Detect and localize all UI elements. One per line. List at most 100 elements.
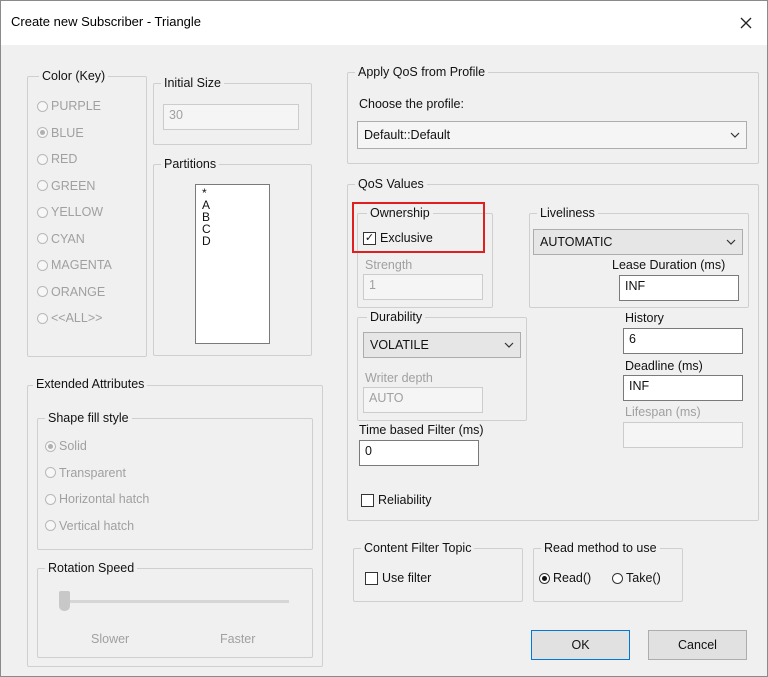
cancel-button[interactable]: Cancel [648,630,747,660]
color-radio-red[interactable]: RED [37,152,77,166]
durability-select[interactable]: VOLATILE [363,332,521,358]
writer-depth-input[interactable]: AUTO [363,387,483,413]
rotation-speed-label: Rotation Speed [45,561,138,575]
checkbox-box [361,493,374,507]
liveliness-select[interactable]: AUTOMATIC [533,229,743,255]
radio-dot [37,312,48,324]
partitions-listbox[interactable]: * A B C D [195,184,270,344]
take-radio[interactable]: Take() [612,571,661,585]
color-radio-magenta[interactable]: MAGENTA [37,258,112,272]
radio-dot [612,572,623,584]
read-label: Read() [553,571,592,585]
fill-option-label: Solid [59,439,87,453]
lease-duration-label: Lease Duration (ms) [612,258,726,272]
checkbox-box [365,571,378,585]
radio-dot [37,206,48,218]
radio-dot [45,440,56,452]
color-radio-yellow[interactable]: YELLOW [37,205,103,219]
create-subscriber-dialog: Create new Subscriber - Triangle Color (… [0,0,768,677]
color-option-label: BLUE [51,125,84,140]
color-radio-green[interactable]: GREEN [37,179,95,193]
profile-select[interactable]: Default::Default [357,121,747,149]
color-option-label: YELLOW [51,205,104,219]
time-filter-label: Time based Filter (ms) [359,423,484,437]
durability-select-value: VOLATILE [370,338,429,352]
color-option-label: MAGENTA [51,258,112,272]
radio-dot [45,467,56,478]
writer-depth-label: Writer depth [365,371,433,385]
profile-select-value: Default::Default [364,128,451,142]
title-bar: Create new Subscriber - Triangle [1,1,767,45]
read-radio[interactable]: Read() [539,571,591,585]
radio-dot [37,153,48,165]
ownership-highlight [352,202,485,253]
fill-radio-vertical-hatch[interactable]: Vertical hatch [45,519,134,533]
partitions-label: Partitions [161,157,220,171]
qos-values-label: QoS Values [355,177,427,191]
time-filter-input[interactable]: 0 [359,440,479,466]
color-option-label: <<ALL>> [51,311,103,325]
rotation-speed-group [37,568,313,658]
chevron-down-icon [726,239,736,245]
lifespan-label: Lifespan (ms) [625,405,701,419]
color-option-label: GREEN [51,178,96,193]
color-radio-blue[interactable]: BLUE [37,126,84,140]
history-label: History [625,311,664,325]
color-key-label: Color (Key) [39,69,109,83]
lease-duration-input[interactable]: INF [619,275,739,301]
faster-label: Faster [220,632,256,646]
shape-fill-label: Shape fill style [45,411,132,425]
take-label: Take() [626,571,661,585]
liveliness-select-value: AUTOMATIC [540,235,613,249]
rotation-slider-track [61,600,289,603]
color-radio-all[interactable]: <<ALL>> [37,311,102,325]
partition-item[interactable]: B [202,211,263,223]
fill-radio-solid[interactable]: Solid [45,439,87,453]
rotation-slider-thumb[interactable] [59,591,70,611]
qos-profile-label: Apply QoS from Profile [355,65,489,79]
ok-button[interactable]: OK [531,630,630,660]
reliability-checkbox[interactable]: Reliability [361,493,432,507]
read-method-label: Read method to use [541,541,660,555]
radio-dot [37,127,48,138]
extended-attributes-label: Extended Attributes [33,377,148,391]
use-filter-checkbox[interactable]: Use filter [365,571,431,585]
content-filter-label: Content Filter Topic [361,541,475,555]
partition-item[interactable]: A [202,199,263,211]
deadline-input[interactable]: INF [623,375,743,401]
color-option-label: PURPLE [51,99,102,113]
lifespan-input[interactable] [623,422,743,448]
chevron-down-icon [504,342,514,348]
fill-option-label: Vertical hatch [59,518,135,533]
close-button[interactable] [729,7,763,39]
partition-item[interactable]: * [202,187,263,199]
choose-profile-label: Choose the profile: [359,97,464,111]
durability-label: Durability [367,310,426,324]
close-icon [740,17,752,29]
slower-label: Slower [91,632,130,646]
deadline-label: Deadline (ms) [625,359,703,373]
partition-item[interactable]: D [202,235,263,247]
partition-item[interactable]: C [202,223,263,235]
use-filter-label: Use filter [382,571,432,585]
color-option-label: ORANGE [51,284,106,299]
reliability-label: Reliability [378,493,432,507]
fill-radio-horizontal-hatch[interactable]: Horizontal hatch [45,492,149,506]
fill-option-label: Transparent [59,465,126,480]
fill-radio-transparent[interactable]: Transparent [45,466,126,480]
qos-profile-group [347,72,759,164]
radio-dot [45,520,56,531]
color-option-label: CYAN [51,231,85,246]
radio-dot [539,572,550,584]
color-radio-purple[interactable]: PURPLE [37,99,101,113]
color-option-label: RED [51,152,78,166]
color-radio-orange[interactable]: ORANGE [37,285,105,299]
color-radio-cyan[interactable]: CYAN [37,232,85,246]
radio-dot [37,233,48,244]
window-title: Create new Subscriber - Triangle [11,14,202,29]
history-input[interactable]: 6 [623,328,743,354]
initial-size-label: Initial Size [161,76,224,90]
radio-dot [37,180,48,191]
strength-input[interactable]: 1 [363,274,483,300]
initial-size-input[interactable]: 30 [163,104,299,130]
